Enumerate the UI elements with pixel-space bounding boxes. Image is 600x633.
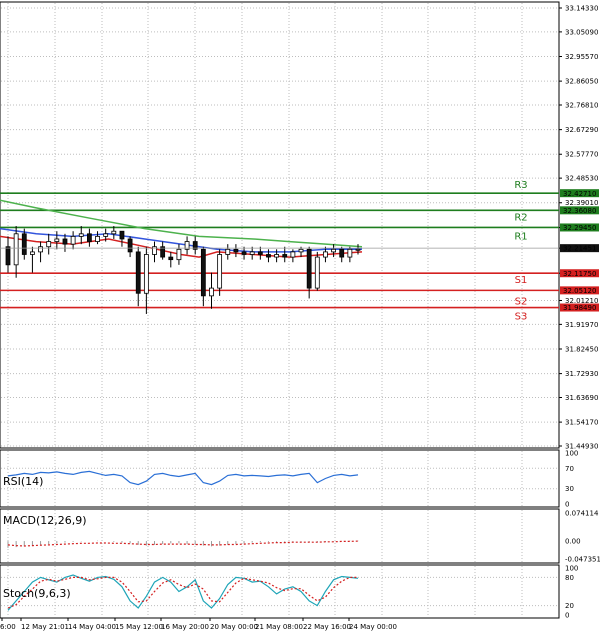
candle-body	[176, 248, 182, 261]
candle-body	[168, 256, 174, 261]
macd-name-label: MACD(12,26,9)	[3, 514, 87, 527]
candle-body	[200, 248, 206, 297]
time-tick-label: 12 May 21:01	[21, 623, 69, 631]
macd-tick-label: -0.047351	[565, 556, 600, 564]
time-tick-label: 24 May 00:00	[349, 623, 397, 631]
level-price-label: 32.42710	[563, 190, 596, 198]
candle-body	[119, 230, 125, 240]
level-price-label: 32.11750	[563, 270, 596, 278]
candle-body	[217, 254, 223, 289]
candle-body	[78, 233, 84, 237]
candle-body	[103, 233, 109, 237]
level-name-s3: S3	[515, 312, 528, 323]
stoch-panel[interactable]: 10080 20 0 Stoch(9,6,3)	[0, 564, 578, 620]
candle-body	[86, 233, 92, 242]
macd-panel[interactable]: 0.074114 0.00 -0.047351 MACD(12,26,9)	[0, 508, 600, 564]
trading-chart[interactable]: 33.14330 33.05090 32.95570 32.86050 32.76810…	[0, 0, 600, 633]
level-price-label: 32.05120	[563, 287, 596, 295]
x-axis: 6:00 12 May 21:0114 May 04:0015 May 12:00…	[0, 618, 397, 631]
stoch-tick-label: 100	[565, 565, 578, 573]
candle-body	[314, 256, 320, 289]
price-tick-label: 31.72930	[565, 370, 598, 378]
time-tick-label: 15 May 12:00	[115, 623, 163, 631]
level-name-r2: R2	[514, 212, 527, 223]
level-price-label: 31.98490	[563, 304, 596, 312]
candle-body	[298, 248, 304, 253]
price-tick-label: 31.54170	[565, 419, 598, 427]
time-tick-label: 16 May 20:00	[161, 623, 209, 631]
price-tick-label: 33.14330	[565, 5, 598, 13]
time-tick-label: 14 May 04:00	[68, 623, 116, 631]
candle-body	[274, 254, 280, 258]
stoch-name-label: Stoch(9,6,3)	[3, 587, 71, 600]
candle-body	[111, 230, 117, 235]
candle-body	[323, 251, 328, 258]
stoch-tick-label: 20	[565, 602, 574, 610]
price-tick-label: 33.05090	[565, 28, 598, 36]
stoch-tick-label: 80	[565, 574, 574, 582]
time-tick-label: 22 May 16:00	[303, 623, 351, 631]
candle-body	[95, 235, 100, 242]
rsi-tick-label: 30	[565, 485, 574, 493]
time-tick-label: 20 May 00:00	[210, 623, 258, 631]
candle-body	[233, 248, 239, 253]
rsi-tick-label: 70	[565, 465, 574, 473]
rsi-tick-label: 0	[565, 501, 569, 509]
macd-tick-label: 0.00	[565, 538, 581, 546]
candle-body	[355, 248, 361, 251]
rsi-tick-label: 100	[565, 450, 578, 458]
candle-body	[127, 238, 133, 253]
candle-body	[135, 251, 141, 294]
candle-body	[331, 248, 336, 253]
candle-body	[21, 233, 27, 255]
price-tick-label: 32.86050	[565, 78, 598, 86]
price-tick-label: 32.57770	[565, 151, 598, 159]
candle-body	[282, 254, 288, 258]
price-tick-label: 32.67290	[565, 126, 598, 134]
candle-body	[46, 241, 52, 248]
rsi-panel[interactable]: 100 70 30 0 RSI(14)	[0, 449, 578, 509]
price-tick-label: 31.82450	[565, 345, 598, 353]
candle-body	[306, 248, 312, 289]
candle-body	[257, 251, 263, 255]
current-price-label: 32.21451	[563, 245, 596, 253]
time-tick-label: 21 May 08:00	[255, 623, 303, 631]
level-name-r3: R3	[514, 180, 527, 191]
candle-body	[209, 287, 214, 297]
candle-body	[290, 251, 296, 258]
level-name-s1: S1	[515, 275, 528, 286]
candle-body	[5, 246, 11, 266]
candle-body	[241, 251, 247, 255]
candle-body	[225, 248, 231, 255]
candle-body	[70, 235, 76, 245]
candle-body	[13, 233, 19, 266]
candle-body	[347, 248, 353, 258]
macd-tick-label: 0.074114	[565, 510, 599, 518]
price-tick-label: 32.76810	[565, 102, 598, 110]
candle-body	[38, 246, 43, 253]
candle-body	[143, 254, 149, 294]
rsi-name-label: RSI(14)	[3, 475, 43, 488]
level-price-label: 32.29450	[563, 224, 596, 232]
candle-body	[266, 254, 271, 258]
stoch-tick-label: 0	[565, 612, 569, 620]
level-name-r1: R1	[514, 231, 527, 242]
price-tick-label: 32.48530	[565, 175, 598, 183]
level-name-s2: S2	[515, 296, 528, 307]
candle-body	[30, 251, 35, 255]
main-price-panel[interactable]: 33.14330 33.05090 32.95570 32.86050 32.76810…	[0, 1, 599, 451]
price-tick-label: 32.95570	[565, 53, 598, 61]
candle-body	[249, 251, 255, 255]
price-tick-label: 31.63690	[565, 394, 598, 402]
candle-body	[62, 238, 68, 245]
price-tick-label: 31.91970	[565, 321, 598, 329]
time-tick-label: 6:00	[0, 623, 16, 631]
candle-body	[54, 238, 60, 242]
level-price-label: 32.36080	[563, 207, 596, 215]
candle-body	[339, 248, 345, 258]
